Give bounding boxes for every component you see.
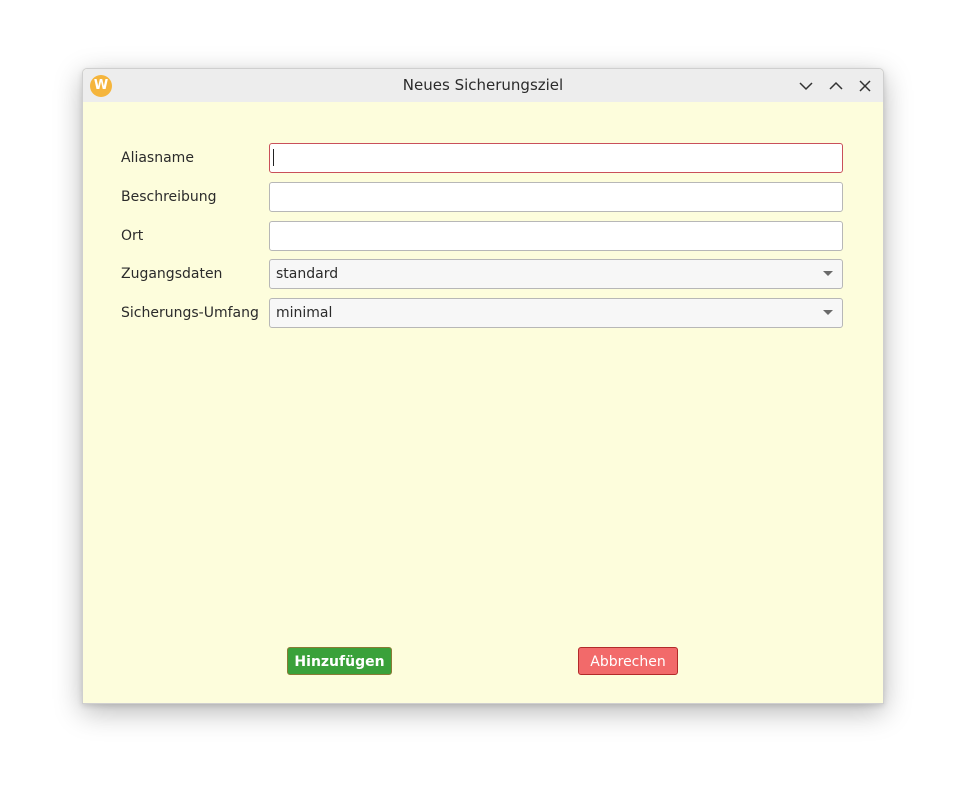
scope-select[interactable]: minimal: [269, 298, 843, 328]
text-cursor: [273, 149, 274, 166]
title-bar[interactable]: W Neues Sicherungsziel: [83, 69, 883, 102]
description-label: Beschreibung: [121, 189, 217, 205]
maximize-icon: [829, 81, 843, 90]
chevron-down-icon: [823, 310, 833, 315]
credentials-select[interactable]: standard: [269, 259, 843, 289]
scope-label: Sicherungs-Umfang: [121, 305, 259, 321]
alias-label: Aliasname: [121, 150, 194, 166]
close-button[interactable]: [854, 75, 876, 97]
maximize-button[interactable]: [825, 75, 847, 97]
scope-selected-value: minimal: [276, 305, 333, 321]
credentials-label: Zugangsdaten: [121, 266, 223, 282]
scope-row: Sicherungs-Umfang minimal: [121, 298, 845, 328]
minimize-icon: [799, 82, 813, 91]
cancel-button[interactable]: Abbrechen: [578, 647, 678, 675]
location-row: Ort: [121, 221, 845, 251]
minimize-button[interactable]: [795, 75, 817, 97]
alias-row: Aliasname: [121, 143, 845, 173]
credentials-row: Zugangsdaten standard: [121, 259, 845, 289]
location-input[interactable]: [269, 221, 843, 251]
description-input[interactable]: [269, 182, 843, 212]
window-title: Neues Sicherungsziel: [402, 76, 564, 94]
alias-input[interactable]: [269, 143, 843, 173]
dialog-window: W Neues Sicherungsziel Aliasname Beschre…: [82, 68, 884, 704]
location-label: Ort: [121, 228, 144, 244]
add-button[interactable]: Hinzufügen: [287, 647, 392, 675]
credentials-selected-value: standard: [276, 266, 339, 282]
description-row: Beschreibung: [121, 182, 845, 212]
chevron-down-icon: [823, 271, 833, 276]
close-icon: [859, 80, 871, 92]
